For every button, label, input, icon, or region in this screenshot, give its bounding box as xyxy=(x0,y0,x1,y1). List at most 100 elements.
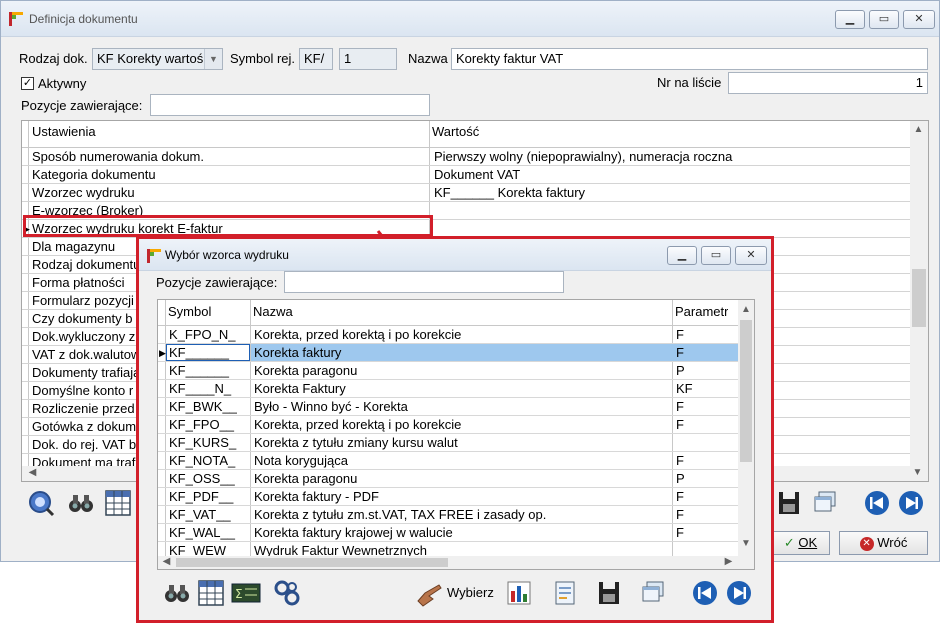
template-row[interactable]: KF_FPO__ Korekta, przed korektą i po kore… xyxy=(158,416,738,434)
wroc-button[interactable]: ✕ Wróć xyxy=(839,531,928,555)
popup-first-button[interactable] xyxy=(691,579,719,607)
close-button[interactable]: ✕ xyxy=(903,10,935,29)
aktywny-checkbox[interactable]: ✓ xyxy=(21,77,34,90)
scroll-right-icon[interactable]: ▶ xyxy=(720,556,737,567)
template-vscrollbar[interactable]: ▲ ▼ xyxy=(738,300,754,556)
ok-button[interactable]: ✓ OK xyxy=(771,531,830,555)
template-symbol: K_FPO_N_ xyxy=(169,327,236,342)
grid-vscrollbar[interactable]: ▲ xyxy=(910,121,928,466)
minimize-icon: ▁ xyxy=(677,249,687,261)
first-icon xyxy=(693,581,717,605)
popup-close-button[interactable]: ✕ xyxy=(735,246,767,265)
template-row[interactable]: KF_OSS__ Korekta paragonu P xyxy=(158,470,738,488)
popup-pozycje-field[interactable] xyxy=(284,271,564,293)
popup-pozycje-label: Pozycje zawierające: xyxy=(156,275,278,290)
template-row[interactable]: KF____N_ Korekta Faktury KF xyxy=(158,380,738,398)
pozycje-field[interactable] xyxy=(150,94,430,116)
minimize-button[interactable]: ▁ xyxy=(835,10,865,29)
row-pointer-icon: ▶ xyxy=(159,348,166,358)
scroll-down-icon[interactable]: ▼ xyxy=(738,538,754,549)
template-row[interactable]: KF_NOTA_ Nota korygująca F xyxy=(158,452,738,470)
setting-name: Kategoria dokumentu xyxy=(32,167,156,182)
binoculars-button[interactable] xyxy=(67,489,95,517)
template-row[interactable]: KF_VAT__ Korekta z tytułu zm.st.VAT, TAX … xyxy=(158,506,738,524)
scroll-left-icon[interactable]: ◀ xyxy=(158,556,175,567)
grid-row[interactable]: Wzorzec wydruku KF______ Korekta faktury xyxy=(22,184,910,202)
template-param: P xyxy=(676,471,685,486)
template-row[interactable]: K_FPO_N_ Korekta, przed korektą i po kore… xyxy=(158,326,738,344)
next-record-button-main[interactable] xyxy=(897,489,925,517)
scroll-left-icon[interactable]: ◀ xyxy=(24,467,41,478)
template-nazwa: Korekta z tytułu zm.st.VAT, TAX FREE i z… xyxy=(254,507,547,522)
nr-field[interactable]: 1 xyxy=(728,72,928,94)
header-nazwa: Nazwa xyxy=(253,304,293,319)
popup-binoculars-button[interactable] xyxy=(163,579,191,607)
template-nazwa: Korekta, przed korektą i po korekcie xyxy=(254,327,462,342)
wybierz-label: Wybierz xyxy=(447,585,494,600)
save-button-main[interactable] xyxy=(775,489,803,517)
popup-document-button[interactable] xyxy=(551,579,579,607)
grid-row[interactable]: Kategoria dokumentu Dokument VAT xyxy=(22,166,910,184)
template-row[interactable]: KF_PDF__ Korekta faktury - PDF F xyxy=(158,488,738,506)
svg-text:Σ: Σ xyxy=(235,587,243,601)
popup-chart-button[interactable] xyxy=(505,579,533,607)
popup-minimize-button[interactable]: ▁ xyxy=(667,246,697,265)
grid-view-button[interactable] xyxy=(104,489,132,517)
popup-settings-button[interactable] xyxy=(273,579,301,607)
setting-value: Pierwszy wolny (niepoprawialny), numerac… xyxy=(434,149,733,164)
scroll-up-icon[interactable]: ▲ xyxy=(738,304,754,315)
template-symbol: KF_OSS__ xyxy=(169,471,235,486)
nazwa-field[interactable]: Korekty faktur VAT xyxy=(451,48,928,70)
symbol-field-2[interactable]: 1 xyxy=(339,48,397,70)
grid-vscroll-thumb[interactable] xyxy=(912,269,926,327)
windows-button-main[interactable] xyxy=(811,489,839,517)
popup-maximize-button[interactable]: ▭ xyxy=(701,246,731,265)
setting-name: Formularz pozycji xyxy=(32,293,134,308)
windows-icon xyxy=(814,491,836,512)
app-icon xyxy=(147,249,161,263)
grid-header: Ustawienia Wartość xyxy=(22,121,910,148)
template-hscrollbar[interactable]: ◀ ▶ xyxy=(158,556,754,569)
popup-save-button[interactable] xyxy=(595,579,623,607)
template-row[interactable]: KF______ Korekta paragonu P xyxy=(158,362,738,380)
save-icon xyxy=(779,492,799,514)
template-row[interactable]: KF_BWK__ Było - Winno być - Korekta F xyxy=(158,398,738,416)
template-hscroll-thumb[interactable] xyxy=(176,558,448,567)
wroc-label: Wróć xyxy=(877,535,908,550)
nr-label: Nr na liście xyxy=(657,75,722,90)
popup-title: Wybór wzorca wydruku xyxy=(165,248,289,262)
minimize-icon: ▁ xyxy=(845,13,855,25)
template-row[interactable]: KF_KURS_ Korekta z tytułu zmiany kursu wa… xyxy=(158,434,738,452)
setting-name: Dla magazynu xyxy=(32,239,116,254)
template-vscroll-thumb[interactable] xyxy=(740,320,752,462)
symbol-field-1[interactable]: KF/ xyxy=(299,48,333,70)
template-param: F xyxy=(676,507,684,522)
search-globe-button[interactable] xyxy=(27,489,55,517)
template-nazwa: Korekta z tytułu zmiany kursu walut xyxy=(254,435,458,450)
popup-next-button[interactable] xyxy=(725,579,753,607)
rodzaj-combo[interactable]: KF Korekty wartoś ▼ xyxy=(92,48,223,70)
save-icon xyxy=(599,582,619,604)
popup-grid-view-button[interactable] xyxy=(197,579,225,607)
maximize-button[interactable]: ▭ xyxy=(869,10,899,29)
document-icon xyxy=(555,581,575,605)
template-row[interactable]: ▶ KF______ Korekta faktury F xyxy=(158,344,738,362)
template-param: F xyxy=(676,489,684,504)
setting-name: VAT z dok.walutow xyxy=(32,347,140,362)
chevron-down-icon[interactable]: ▼ xyxy=(204,49,222,69)
template-symbol: KF_NOTA_ xyxy=(169,453,236,468)
first-record-button-main[interactable] xyxy=(863,489,891,517)
popup-windows-button[interactable] xyxy=(639,579,667,607)
template-symbol: KF_WAL__ xyxy=(169,525,235,540)
wybierz-button[interactable]: Wybierz xyxy=(415,579,495,607)
app-icon xyxy=(9,12,23,26)
template-symbol: KF_KURS_ xyxy=(169,435,237,450)
scroll-up-icon[interactable]: ▲ xyxy=(910,124,927,135)
setting-name: Gotówka z dokum xyxy=(32,419,137,434)
scroll-down-icon[interactable]: ▼ xyxy=(909,467,926,478)
template-row[interactable]: KF_WAL__ Korekta faktury krajowej w waluc… xyxy=(158,524,738,542)
popup-sigma-button[interactable]: Σ xyxy=(231,579,261,607)
grid-view-icon xyxy=(105,490,131,516)
pozycje-label: Pozycje zawierające: xyxy=(21,98,143,113)
grid-row[interactable]: Sposób numerowania dokum. Pierwszy wolny … xyxy=(22,148,910,166)
